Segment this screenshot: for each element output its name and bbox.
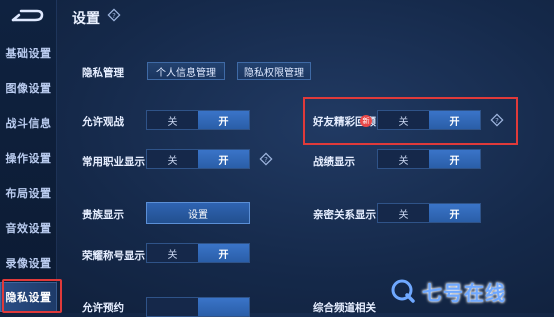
svg-text:?: ? [112, 12, 116, 20]
permission-button[interactable]: 隐私权限管理 [237, 62, 311, 80]
battle-display-toggle[interactable]: 关 开 [377, 149, 481, 169]
watermark-text: 七号在线 [422, 280, 506, 305]
privacy-highlight-outline [2, 279, 62, 313]
sidebar-item-layout[interactable]: 布局设置 [0, 178, 57, 208]
allow-watch-label: 允许观战 [82, 116, 124, 128]
toggle-on[interactable]: 开 [198, 150, 249, 168]
diamond-question-icon[interactable]: ? [259, 152, 273, 166]
allow-watch-toggle[interactable]: 关 开 [146, 110, 250, 130]
common-job-toggle[interactable]: 关 开 [146, 149, 250, 169]
toggle-off[interactable]: 关 [147, 150, 198, 168]
toggle-off[interactable]: 关 [147, 111, 198, 129]
noble-settings-button[interactable]: 设置 [146, 202, 250, 224]
personal-info-button[interactable]: 个人信息管理 [147, 62, 225, 80]
page-title: 设置 [72, 11, 100, 27]
toggle-on[interactable]: 开 [198, 244, 249, 262]
toggle-off[interactable]: 关 [378, 150, 429, 168]
sidebar-item-controls[interactable]: 操作设置 [0, 143, 57, 173]
sidebar-item-battle-info[interactable]: 战斗信息 [0, 108, 57, 138]
sidebar-item-image[interactable]: 图像设置 [0, 73, 57, 103]
noble-display-label: 贵族显示 [82, 209, 124, 221]
toggle-off[interactable]: 关 [147, 244, 198, 262]
watermark-logo-icon [391, 279, 415, 303]
sidebar: 基础设置 图像设置 战斗信息 操作设置 布局设置 音效设置 录像设置 隐私设置 [0, 0, 57, 313]
sidebar-item-basic[interactable]: 基础设置 [0, 38, 57, 68]
toggle-on[interactable]: 开 [429, 150, 480, 168]
battle-display-label: 战绩显示 [313, 156, 355, 168]
back-arrow-icon[interactable] [9, 8, 45, 24]
honor-title-toggle[interactable]: 关 开 [146, 243, 250, 263]
intimacy-display-toggle[interactable]: 关 开 [377, 203, 481, 223]
privacy-manage-label: 隐私管理 [82, 67, 124, 79]
friend-highlight-outline [303, 97, 518, 145]
toggle-on[interactable]: 开 [198, 111, 249, 129]
common-job-label: 常用职业显示 [82, 156, 145, 168]
partial-row-toggle[interactable] [146, 297, 250, 317]
toggle-off[interactable] [147, 298, 198, 316]
intimacy-display-label: 亲密关系显示 [313, 209, 376, 221]
diamond-question-icon[interactable]: ? [107, 8, 121, 22]
toggle-on[interactable] [198, 298, 249, 316]
watermark: 七号在线 [390, 274, 554, 308]
svg-text:?: ? [264, 156, 268, 164]
toggle-off[interactable]: 关 [378, 204, 429, 222]
toggle-on[interactable]: 开 [429, 204, 480, 222]
honor-title-label: 荣耀称号显示 [82, 250, 145, 262]
sidebar-item-audio[interactable]: 音效设置 [0, 213, 57, 243]
sidebar-item-replay[interactable]: 录像设置 [0, 248, 57, 278]
